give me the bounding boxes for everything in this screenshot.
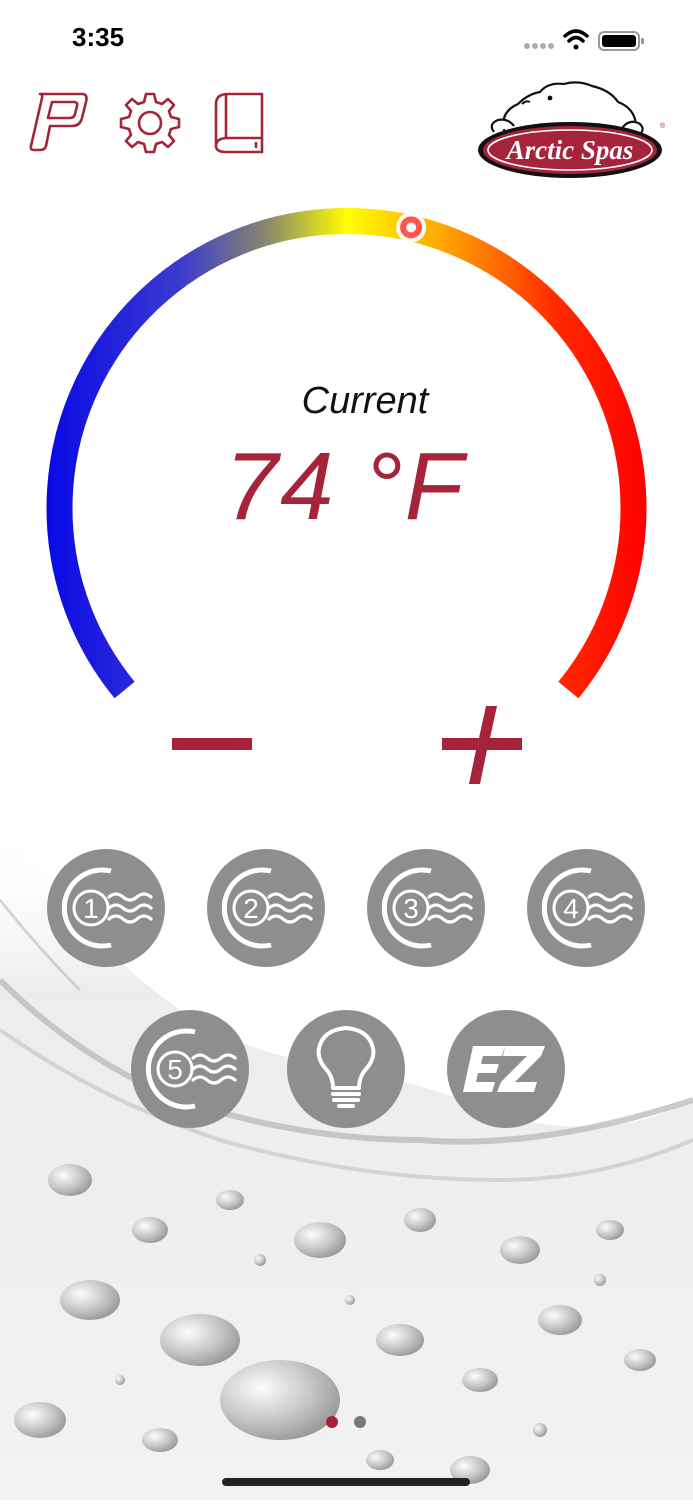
pump-2-button[interactable]: 2 <box>207 849 325 967</box>
pump-5-button[interactable]: 5 <box>131 1010 249 1128</box>
pump-1-button[interactable]: 1 <box>47 849 165 967</box>
svg-text:®: ® <box>660 122 666 130</box>
light-button[interactable] <box>287 1010 405 1128</box>
pump-3-button[interactable]: 3 <box>367 849 485 967</box>
status-time: 3:35 <box>72 22 125 52</box>
pump-5-label: 5 <box>167 1054 183 1085</box>
home-indicator[interactable] <box>222 1478 470 1486</box>
page-dot-active[interactable] <box>326 1416 338 1428</box>
pump-3-label: 3 <box>403 893 419 924</box>
signal-dots-icon <box>524 43 554 49</box>
arctic-spas-logo: Arctic Spas ® <box>474 78 670 180</box>
wifi-icon <box>563 29 589 50</box>
lightbulb-icon <box>316 1026 376 1108</box>
gauge-knob[interactable] <box>396 212 427 243</box>
current-temperature: 74 °F <box>224 433 466 540</box>
pump-2-label: 2 <box>243 893 259 924</box>
jet-pump-icon: 2 <box>221 867 313 949</box>
gauge-caption: Current <box>301 380 429 422</box>
ez-mode-button[interactable]: EZ <box>447 1010 565 1128</box>
pump-4-label: 4 <box>563 893 579 924</box>
jet-pump-icon: 1 <box>61 867 153 949</box>
battery-icon <box>598 31 644 51</box>
jet-pump-icon: 3 <box>381 867 473 949</box>
ez-label: EZ <box>505 1119 507 1121</box>
logo-wordmark: Arctic Spas <box>505 135 634 165</box>
parking-p-icon[interactable] <box>26 88 90 154</box>
pump-4-button[interactable]: 4 <box>527 849 645 967</box>
page-dot[interactable] <box>354 1416 366 1428</box>
jet-pump-icon: 4 <box>541 867 633 949</box>
status-icons <box>523 26 653 56</box>
jet-pump-icon: 5 <box>145 1028 237 1110</box>
manual-book-icon[interactable] <box>206 88 270 154</box>
gear-icon[interactable] <box>118 88 182 154</box>
status-bar: 3:35 <box>0 0 693 80</box>
page-indicator[interactable] <box>322 1416 372 1432</box>
ez-logo-icon <box>463 1046 545 1092</box>
pump-1-label: 1 <box>83 893 99 924</box>
